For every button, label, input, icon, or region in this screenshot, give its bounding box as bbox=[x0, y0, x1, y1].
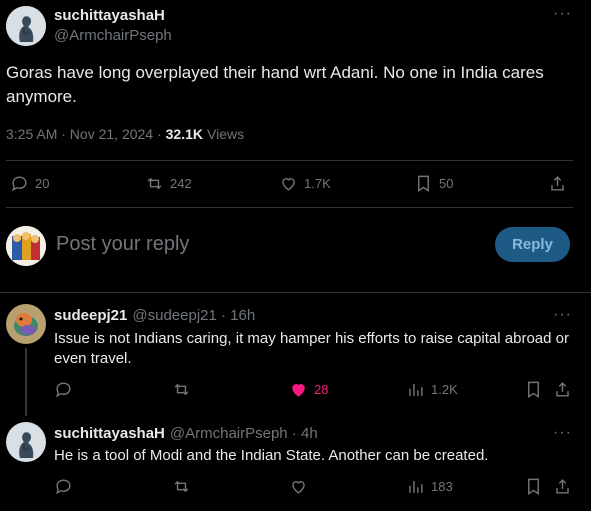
views-button[interactable]: 1.2K bbox=[406, 380, 458, 399]
reply-header: sudeepj21 @sudeepj21 · 16h bbox=[54, 307, 255, 324]
repost-icon bbox=[174, 480, 189, 493]
bookmark-button[interactable] bbox=[524, 380, 543, 399]
author-name[interactable]: suchittayashaH bbox=[54, 7, 165, 24]
like-count: 28 bbox=[314, 382, 329, 397]
reply-header: suchittayashaH @ArmchairPseph · 4h bbox=[54, 425, 318, 442]
views-count: 1.2K bbox=[431, 382, 458, 397]
avatar[interactable] bbox=[6, 304, 46, 344]
like-button[interactable]: 1.7K bbox=[279, 174, 331, 193]
author-handle[interactable]: @sudeepj21 · 16h bbox=[132, 307, 255, 324]
heart-icon bbox=[282, 178, 295, 191]
thinker-avatar-icon bbox=[6, 6, 46, 46]
share-button[interactable] bbox=[548, 174, 567, 193]
thinker-avatar-icon bbox=[6, 422, 46, 462]
reply-icon bbox=[11, 176, 27, 192]
views-count: 32.1K bbox=[165, 126, 203, 142]
reply-button[interactable] bbox=[54, 477, 73, 496]
reply-submit-button[interactable]: Reply bbox=[495, 227, 570, 262]
post-meta: 3:25 AM · Nov 21, 2024 · 32.1K Views bbox=[6, 126, 244, 142]
bookmark-count: 50 bbox=[439, 176, 454, 191]
author-name[interactable]: sudeepj21 bbox=[54, 307, 127, 324]
share-button[interactable] bbox=[553, 477, 572, 496]
repost-button[interactable]: 242 bbox=[145, 174, 192, 193]
divider bbox=[6, 207, 573, 208]
like-count: 1.7K bbox=[304, 176, 331, 191]
author-handle[interactable]: @ArmchairPseph · 4h bbox=[170, 425, 318, 442]
repost-icon bbox=[147, 177, 162, 190]
repost-icon bbox=[174, 383, 189, 396]
views-icon bbox=[409, 480, 423, 493]
bird-avatar-icon bbox=[6, 304, 46, 344]
more-icon[interactable]: ··· bbox=[553, 307, 572, 323]
share-icon bbox=[551, 176, 564, 191]
reply-count: 20 bbox=[35, 176, 50, 191]
more-icon[interactable]: ··· bbox=[553, 425, 572, 441]
post-text: Goras have long overplayed their hand wr… bbox=[6, 63, 544, 106]
thread-line bbox=[25, 348, 27, 416]
avatar[interactable] bbox=[6, 6, 46, 46]
views-icon bbox=[409, 383, 423, 396]
deity-avatar-icon bbox=[6, 226, 46, 266]
bookmark-button[interactable] bbox=[524, 477, 543, 496]
like-button[interactable]: 28 bbox=[289, 380, 328, 399]
reply-button[interactable] bbox=[54, 380, 73, 399]
heart-icon bbox=[292, 384, 305, 397]
bookmark-icon bbox=[528, 478, 539, 495]
post-timestamp[interactable]: 3:25 AM · Nov 21, 2024 · bbox=[6, 126, 162, 142]
reply-text: Issue is not Indians caring, it may hamp… bbox=[54, 330, 569, 367]
reply-input[interactable]: Post your reply bbox=[56, 233, 189, 256]
reply-icon bbox=[55, 479, 71, 495]
repost-count: 242 bbox=[170, 176, 192, 191]
bookmark-button[interactable]: 50 bbox=[414, 174, 453, 193]
repost-button[interactable] bbox=[172, 477, 191, 496]
divider bbox=[0, 292, 591, 293]
views-button[interactable]: 183 bbox=[406, 477, 453, 496]
like-button[interactable] bbox=[289, 477, 308, 496]
current-user-avatar[interactable] bbox=[6, 226, 46, 266]
reply-button[interactable]: 20 bbox=[10, 174, 49, 193]
divider bbox=[6, 160, 573, 161]
repost-button[interactable] bbox=[172, 380, 191, 399]
share-button[interactable] bbox=[553, 380, 572, 399]
author-handle[interactable]: @ArmchairPseph bbox=[54, 27, 172, 44]
share-icon bbox=[556, 479, 569, 494]
bookmark-icon bbox=[528, 381, 539, 398]
heart-icon bbox=[292, 481, 305, 494]
views-label: Views bbox=[207, 126, 245, 142]
reply-text: He is a tool of Modi and the Indian Stat… bbox=[54, 447, 489, 464]
bookmark-icon bbox=[418, 175, 429, 192]
more-icon[interactable]: ··· bbox=[553, 6, 572, 22]
views-count: 183 bbox=[431, 479, 453, 494]
author-name[interactable]: suchittayashaH bbox=[54, 425, 165, 442]
share-icon bbox=[556, 382, 569, 397]
reply-icon bbox=[55, 382, 71, 398]
avatar[interactable] bbox=[6, 422, 46, 462]
